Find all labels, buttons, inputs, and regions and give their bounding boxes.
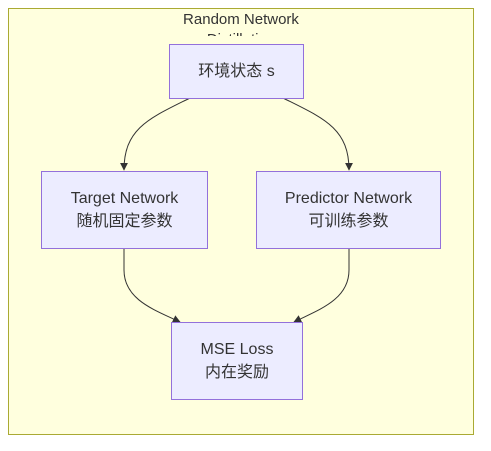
node-mse-subtitle: 内在奖励 bbox=[204, 364, 269, 381]
node-target-subtitle: 随机固定参数 bbox=[76, 213, 173, 230]
node-target-title: Target Network bbox=[70, 190, 179, 207]
node-environment-state: 环境状态 s bbox=[169, 44, 304, 99]
node-state-label: 环境状态 s bbox=[198, 63, 275, 80]
node-predictor-title: Predictor Network bbox=[284, 190, 413, 207]
edge-state-to-target bbox=[120, 97, 191, 171]
node-mse-loss: MSE Loss 内在奖励 bbox=[171, 322, 303, 400]
edge-state-to-predictor bbox=[282, 97, 353, 171]
node-predictor-network: Predictor Network 可训练参数 bbox=[256, 171, 441, 249]
node-predictor-subtitle: 可训练参数 bbox=[308, 213, 389, 230]
edge-target-to-mse bbox=[123, 248, 181, 323]
node-mse-title: MSE Loss bbox=[200, 341, 274, 358]
edge-predictor-to-mse bbox=[293, 248, 350, 323]
node-target-network: Target Network 随机固定参数 bbox=[41, 171, 208, 249]
